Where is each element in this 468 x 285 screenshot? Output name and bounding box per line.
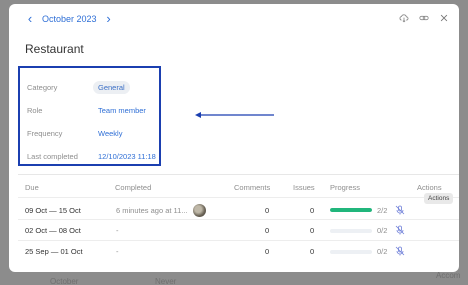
due-cell: 02 Oct — 08 Oct [25,226,81,235]
table-row-divider [18,197,459,198]
link-icon[interactable] [419,13,429,23]
task-detail-modal: ‹ October 2023 › Restaurant Category Gen… [9,4,459,272]
background-text-accom: Accom [436,271,461,280]
comments-cell: 0 [265,226,270,235]
microphone-off-icon[interactable] [395,246,405,256]
chevron-left-icon[interactable]: ‹ [24,12,36,26]
header-actions [399,13,449,23]
microphone-off-icon[interactable] [395,225,405,235]
table-row-divider [18,219,459,220]
avatar [193,204,206,217]
issues-cell: 0 [310,226,315,235]
due-cell: 09 Oct — 15 Oct [25,206,81,215]
annotation-arrow-icon [195,112,274,118]
progress-bar [330,208,372,212]
issues-cell: 0 [310,206,315,215]
background-text-october: October [50,277,79,285]
frequency-label: Frequency [27,129,63,138]
microphone-off-icon[interactable] [395,205,405,215]
close-icon[interactable] [439,13,449,23]
completed-cell: 6 minutes ago at 11... [116,206,188,215]
last-completed-value[interactable]: 12/10/2023 11:18 [98,152,156,161]
column-header-actions: Actions [417,183,442,192]
progress-bar [330,229,372,233]
column-header-issues[interactable]: Issues [293,183,315,192]
progress-bar [330,250,372,254]
completed-cell: - [116,247,119,256]
table-row-divider [18,240,459,241]
category-label: Category [27,83,58,92]
comments-cell: 0 [265,206,270,215]
page-title: Restaurant [25,42,84,56]
progress-bar-fill [330,208,372,212]
task-details-box: Category General Role Team member Freque… [18,66,161,166]
last-completed-label: Last completed [27,152,78,161]
completed-cell: - [116,226,119,235]
column-header-progress[interactable]: Progress [330,183,360,192]
chevron-right-icon[interactable]: › [103,12,115,26]
actions-tooltip: Actions [424,193,454,204]
role-value[interactable]: Team member [98,106,146,115]
due-cell: 25 Sep — 01 Oct [25,247,83,256]
progress-text: 0/2 [377,226,388,235]
category-badge: General [93,81,130,94]
progress-text: 0/2 [377,247,388,256]
month-label[interactable]: October 2023 [42,14,97,24]
month-navigation: ‹ October 2023 › [24,12,115,26]
frequency-value[interactable]: Weekly [98,129,122,138]
role-label: Role [27,106,43,115]
column-header-completed[interactable]: Completed [115,183,151,192]
background-text-never: Never [155,277,177,285]
comments-cell: 0 [265,247,270,256]
progress-text: 2/2 [377,206,388,215]
column-header-due[interactable]: Due [25,183,39,192]
issues-cell: 0 [310,247,315,256]
column-header-comments[interactable]: Comments [234,183,270,192]
cloud-download-icon[interactable] [399,13,409,23]
section-divider [18,174,459,175]
